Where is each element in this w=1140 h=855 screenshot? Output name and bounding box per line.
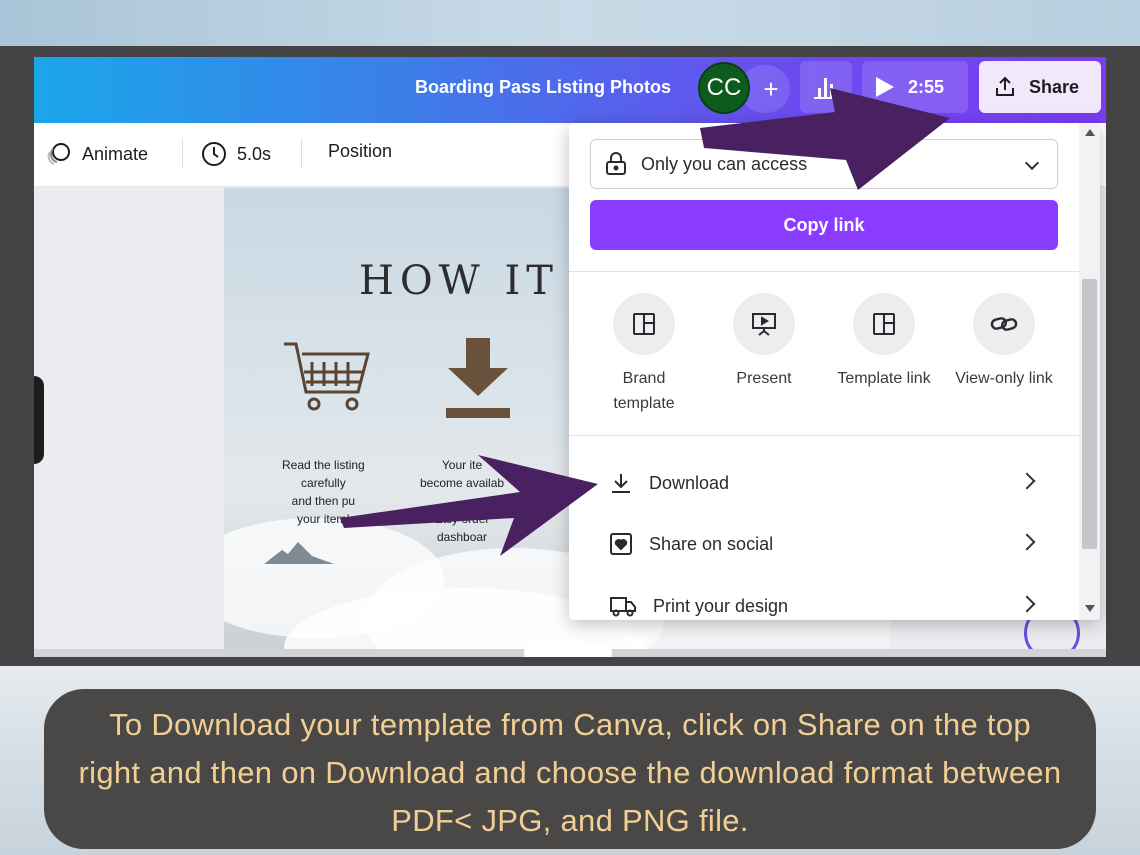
heart-icon bbox=[610, 533, 632, 555]
chevron-right-icon bbox=[1018, 595, 1036, 613]
share-label: Share bbox=[1029, 76, 1080, 97]
play-icon bbox=[876, 77, 894, 97]
template-icon bbox=[633, 313, 655, 335]
truck-icon bbox=[610, 597, 636, 617]
duration-button[interactable]: 5.0s bbox=[201, 141, 271, 167]
sky-background bbox=[0, 0, 1140, 46]
upload-icon bbox=[996, 76, 1014, 96]
present-play-button[interactable]: 2:55 bbox=[862, 61, 968, 113]
animate-icon bbox=[47, 143, 70, 165]
position-button[interactable]: Position bbox=[328, 141, 392, 162]
clock-icon bbox=[202, 142, 226, 166]
template-link-option[interactable]: Template link bbox=[824, 293, 944, 391]
side-panel-toggle[interactable] bbox=[34, 376, 44, 464]
link-icon bbox=[990, 317, 1018, 331]
canvas-margin-left bbox=[34, 188, 224, 657]
step-two-text: Your ite become availab Etsy order dashb… bbox=[420, 458, 505, 544]
step-one-text: Read the listing carefully and then pu y… bbox=[282, 458, 365, 526]
template-link-icon bbox=[873, 313, 895, 335]
copy-link-button[interactable]: Copy link bbox=[590, 200, 1058, 250]
play-duration: 2:55 bbox=[908, 76, 945, 97]
download-icon bbox=[612, 474, 630, 493]
access-value: Only you can access bbox=[641, 153, 808, 174]
chevron-down-icon bbox=[1024, 155, 1040, 171]
document-title[interactable]: Boarding Pass Listing Photos bbox=[415, 77, 671, 98]
panel-scrollbar-thumb[interactable] bbox=[1082, 279, 1097, 549]
page-thumbnail-tab[interactable] bbox=[524, 643, 612, 657]
print-design-label: Print your design bbox=[653, 595, 789, 616]
insights-button[interactable] bbox=[800, 61, 852, 113]
download-arrow-icon bbox=[446, 338, 510, 418]
plus-icon: + bbox=[763, 73, 779, 104]
share-on-social-label: Share on social bbox=[649, 533, 774, 554]
share-on-social-row[interactable]: Share on social bbox=[609, 524, 1039, 564]
brand-template-option[interactable]: Brand template bbox=[584, 293, 704, 416]
chevron-right-icon bbox=[1018, 472, 1036, 490]
access-dropdown[interactable]: Only you can access bbox=[590, 139, 1058, 189]
duration-label: 5.0s bbox=[237, 143, 272, 164]
panel-divider bbox=[569, 435, 1079, 436]
mountain-peak bbox=[264, 542, 334, 564]
shopping-cart-icon bbox=[284, 342, 370, 411]
download-label: Download bbox=[649, 472, 730, 493]
toolbar-divider bbox=[301, 139, 302, 169]
avatar[interactable]: CC bbox=[698, 62, 750, 114]
download-row[interactable]: Download bbox=[609, 463, 1039, 503]
toolbar-divider bbox=[182, 139, 183, 169]
top-bar: Boarding Pass Listing Photos + CC 2:55 S… bbox=[34, 57, 1106, 123]
scroll-up-arrow[interactable] bbox=[1085, 129, 1095, 136]
panel-divider bbox=[569, 271, 1079, 272]
present-option[interactable]: Present bbox=[704, 293, 824, 391]
print-design-row[interactable]: Print your design bbox=[609, 586, 1039, 620]
instruction-caption: To Download your template from Canva, cl… bbox=[44, 689, 1096, 849]
view-only-link-option[interactable]: View-only link bbox=[944, 293, 1064, 391]
present-icon bbox=[752, 313, 776, 336]
chevron-right-icon bbox=[1018, 533, 1036, 551]
position-label: Position bbox=[328, 141, 393, 161]
lock-icon bbox=[606, 152, 626, 175]
animate-label: Animate bbox=[82, 143, 149, 164]
animate-button[interactable]: Animate bbox=[46, 141, 148, 167]
design-heading: HOW IT bbox=[359, 258, 559, 304]
scroll-down-arrow[interactable] bbox=[1085, 605, 1095, 612]
share-button[interactable]: Share bbox=[979, 61, 1101, 113]
share-panel: Only you can access Copy link Brand temp… bbox=[569, 123, 1100, 620]
